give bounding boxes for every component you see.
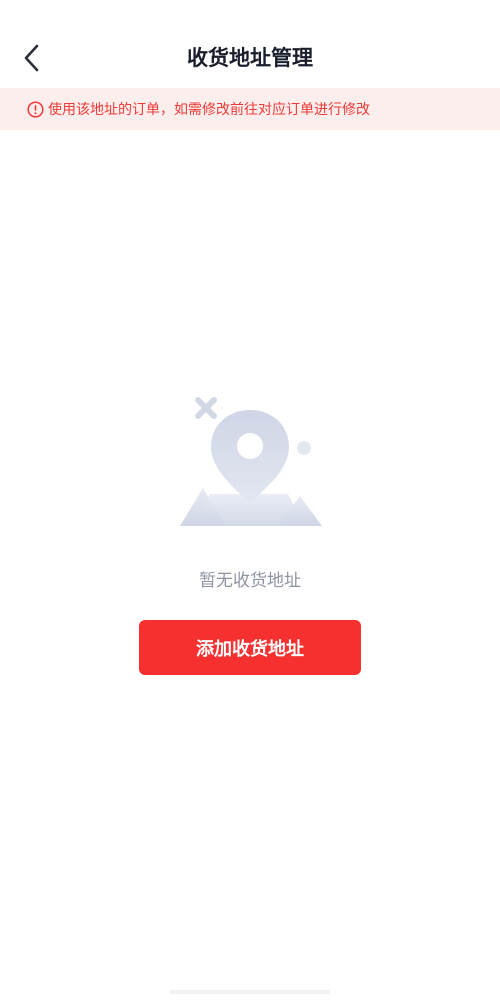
info-circle-icon [26,100,44,118]
empty-message: 暂无收货地址 [199,571,301,591]
notice-text: 使用该地址的订单，如需修改前往对应订单进行修改 [48,102,370,118]
cross-mark [195,397,217,419]
pin-hole [237,433,263,459]
page-title: 收货地址管理 [187,46,313,70]
add-address-button[interactable]: 添加收货地址 [139,620,361,675]
notice-banner: 使用该地址的订单，如需修改前往对应订单进行修改 [0,88,500,130]
top-nav-bar: 收货地址管理 [0,30,500,86]
location-pin-illustration [170,388,330,538]
dot [297,441,311,455]
home-indicator [170,990,330,994]
